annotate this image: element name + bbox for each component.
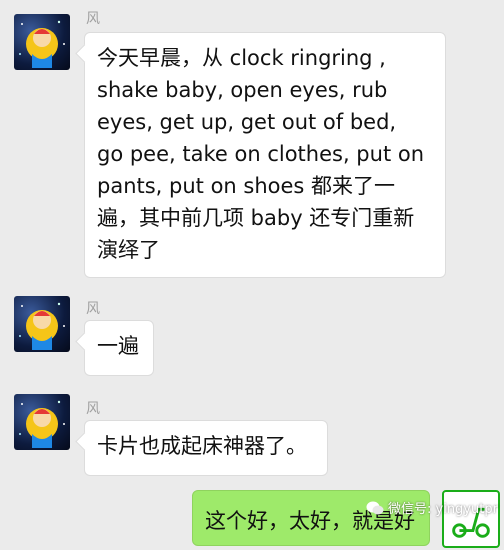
watermark-text: 微信号: yingyutpr: [388, 502, 498, 517]
watermark: 微信号: yingyutpr: [366, 498, 498, 517]
sender-name: 风: [86, 401, 100, 417]
message-line: 一遍: [97, 334, 139, 358]
message-line: 遍，其中前几项 baby 还专门重新: [97, 206, 415, 230]
message-line: pants, put on shoes 都来了一: [97, 174, 396, 198]
message-line: shake baby, open eyes, rub: [97, 78, 388, 102]
avatar[interactable]: [14, 296, 70, 352]
message-bubble[interactable]: 卡片也成起床神器了。: [84, 420, 328, 476]
sender-name: 风: [86, 301, 100, 317]
avatar[interactable]: [14, 14, 70, 70]
avatar-image: [19, 302, 65, 350]
avatar[interactable]: [14, 394, 70, 450]
message-bubble[interactable]: 一遍: [84, 320, 154, 376]
message-line: 卡片也成起床神器了。: [97, 434, 307, 458]
avatar-image: [19, 20, 65, 68]
sender-name: 风: [86, 11, 100, 27]
message-line: 今天早晨，从 clock ringring ,: [97, 46, 386, 70]
avatar-image: [19, 400, 65, 448]
message-line: eyes, get up, get out of bed,: [97, 110, 397, 134]
message-line: 演绎了: [97, 238, 160, 262]
message-line: go pee, take on clothes, put on: [97, 142, 425, 166]
wechat-icon: [366, 501, 384, 514]
message-bubble[interactable]: 今天早晨，从 clock ringring , shake baby, open…: [84, 32, 446, 278]
